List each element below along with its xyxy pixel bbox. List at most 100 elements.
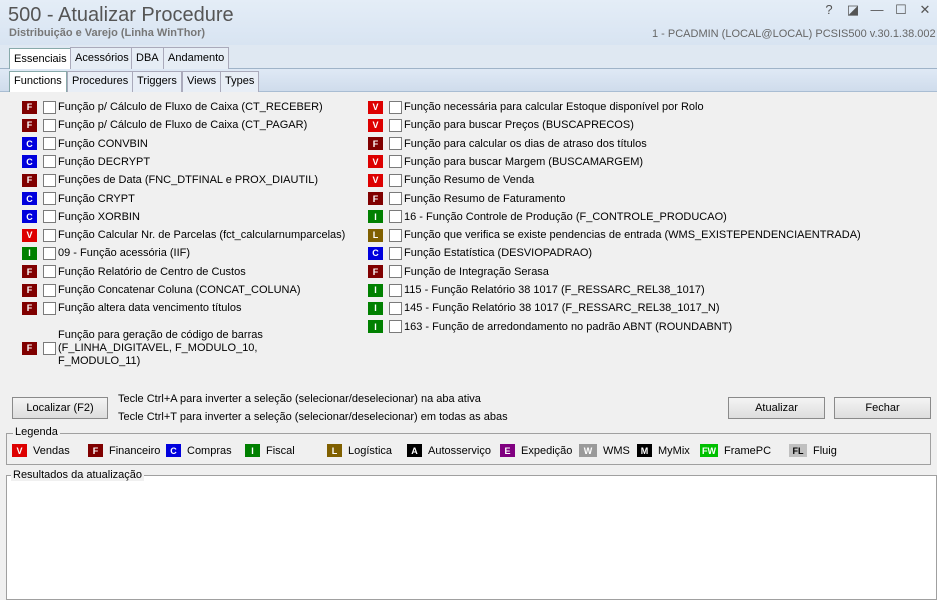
category-badge-v: V	[368, 118, 383, 132]
function-item[interactable]: F Função altera data vencimento títulos	[22, 300, 241, 316]
legend-label: FramePC	[724, 444, 772, 457]
legend-label: Autosserviço	[428, 444, 491, 457]
function-checkbox[interactable]	[43, 283, 56, 297]
function-item[interactable]: V Função para buscar Margem (BUSCAMARGEM)	[368, 154, 643, 170]
legend-label: Vendas	[33, 444, 70, 457]
category-badge-i: I	[368, 210, 383, 224]
function-item[interactable]: F Funções de Data (FNC_DTFINAL e PROX_DIA…	[22, 172, 318, 188]
function-item[interactable]: I 163 - Função de arredondamento no padrã…	[368, 319, 732, 335]
localizar-button[interactable]: Localizar (F2)	[12, 397, 108, 419]
category-badge-f: F	[22, 265, 37, 279]
function-item[interactable]: F Função de Integração Serasa	[368, 264, 549, 280]
function-checkbox[interactable]	[389, 301, 402, 315]
category-badge-m: M	[637, 444, 652, 457]
function-label: Função Concatenar Coluna (CONCAT_COLUNA)	[58, 284, 301, 296]
function-item[interactable]: F Função para calcular os dias de atraso …	[368, 136, 647, 152]
hint-ctrl-t: Tecle Ctrl+T para inverter a seleção (se…	[118, 411, 508, 423]
tab-triggers[interactable]: Triggers	[132, 71, 182, 92]
hint-ctrl-a: Tecle Ctrl+A para inverter a seleção (se…	[118, 393, 481, 405]
function-item[interactable]: I 16 - Função Controle de Produção (F_CON…	[368, 209, 727, 225]
fechar-button[interactable]: Fechar	[834, 397, 931, 419]
tab-types[interactable]: Types	[220, 71, 260, 92]
category-badge-fw: FW	[700, 444, 718, 457]
tab-essenciais[interactable]: Essenciais	[9, 48, 72, 70]
category-badge-f: F	[22, 301, 37, 315]
category-badge-c: C	[22, 155, 37, 169]
maximize-icon[interactable]: ☐	[893, 2, 909, 18]
function-checkbox[interactable]	[43, 301, 56, 315]
function-checkbox[interactable]	[43, 173, 56, 187]
function-checkbox[interactable]	[389, 192, 402, 205]
tab-views[interactable]: Views	[182, 71, 222, 92]
legend-item: L Logística	[327, 444, 392, 457]
legend-label: Financeiro	[109, 444, 161, 457]
tab-acessorios[interactable]: Acessórios	[70, 47, 134, 69]
help-icon[interactable]: ?	[821, 2, 837, 18]
function-item[interactable]: C Função XORBIN	[22, 209, 140, 225]
legend-label: Compras	[187, 444, 232, 457]
function-checkbox[interactable]	[43, 100, 56, 114]
function-item[interactable]: C Função CONVBIN	[22, 136, 148, 152]
function-item[interactable]: C Função CRYPT	[22, 191, 135, 207]
legend-item: FW FramePC	[700, 444, 771, 457]
category-badge-f: F	[22, 283, 37, 297]
function-item[interactable]: I 145 - Função Relatório 38 1017 (F_RESSA…	[368, 300, 720, 316]
function-checkbox[interactable]	[389, 228, 402, 242]
function-item[interactable]: F Função para geração de código de barras…	[22, 329, 298, 368]
function-item[interactable]: V Função necessária para calcular Estoque…	[368, 99, 704, 115]
function-checkbox[interactable]	[43, 192, 56, 205]
tab-andamento[interactable]: Andamento	[163, 47, 230, 69]
function-checkbox[interactable]	[389, 173, 402, 187]
function-item[interactable]: C Função Estatística (DESVIOPADRAO)	[368, 245, 592, 261]
function-checkbox[interactable]	[389, 155, 402, 169]
function-checkbox[interactable]	[43, 155, 56, 169]
function-item[interactable]: F Função p/ Cálculo de Fluxo de Caixa (CT…	[22, 99, 323, 115]
function-label: Função de Integração Serasa	[404, 265, 549, 278]
legend-item: W WMS	[579, 444, 630, 457]
category-badge-c: C	[166, 444, 181, 457]
function-checkbox[interactable]	[389, 246, 402, 260]
function-item[interactable]: F Função Relatório de Centro de Custos	[22, 264, 246, 280]
function-checkbox[interactable]	[389, 283, 402, 297]
function-item[interactable]: V Função Calcular Nr. de Parcelas (fct_ca…	[22, 227, 345, 243]
function-checkbox[interactable]	[43, 210, 56, 224]
category-badge-i: I	[368, 301, 383, 315]
category-badge-v: V	[22, 228, 37, 242]
function-item[interactable]: F Função Resumo de Faturamento	[368, 191, 565, 207]
function-item[interactable]: I 115 - Função Relatório 38 1017 (F_RESSA…	[368, 282, 705, 298]
function-checkbox[interactable]	[43, 246, 56, 260]
function-checkbox[interactable]	[389, 265, 402, 279]
function-checkbox[interactable]	[389, 320, 402, 334]
minimize-icon[interactable]: —	[869, 2, 885, 18]
function-checkbox[interactable]	[43, 341, 56, 355]
function-checkbox[interactable]	[389, 137, 402, 151]
function-checkbox[interactable]	[389, 118, 402, 132]
category-badge-v: V	[368, 155, 383, 169]
tab-dba[interactable]: DBA	[131, 47, 164, 69]
function-checkbox[interactable]	[389, 100, 402, 114]
close-icon[interactable]: ✕	[917, 2, 933, 18]
function-label: Função para buscar Preços (BUSCAPRECOS)	[404, 119, 634, 132]
legend-box: Legenda V Vendas F Financeiro C Compras I Fisca…	[6, 426, 931, 465]
resize-icon[interactable]: ◪	[845, 2, 861, 18]
atualizar-button[interactable]: Atualizar	[728, 397, 825, 419]
function-label: Função Relatório de Centro de Custos	[58, 265, 246, 278]
tab-functions[interactable]: Functions	[9, 71, 67, 92]
category-badge-v: V	[12, 444, 27, 457]
function-item[interactable]: L Função que verifica se existe pendencia…	[368, 227, 861, 243]
function-checkbox[interactable]	[43, 118, 56, 132]
function-item[interactable]: C Função DECRYPT	[22, 154, 150, 170]
function-checkbox[interactable]	[43, 228, 56, 242]
function-item[interactable]: V Função Resumo de Venda	[368, 172, 534, 188]
function-checkbox[interactable]	[43, 265, 56, 279]
function-item[interactable]: V Função para buscar Preços (BUSCAPRECOS)	[368, 117, 634, 133]
function-checkbox[interactable]	[43, 137, 56, 151]
function-item[interactable]: F Função Concatenar Coluna (CONCAT_COLUNA…	[22, 282, 301, 298]
function-checkbox[interactable]	[389, 210, 402, 224]
function-item[interactable]: I 09 - Função acessória (IIF)	[22, 245, 190, 261]
tab-procedures[interactable]: Procedures	[67, 71, 134, 92]
category-badge-f: F	[22, 100, 37, 114]
function-label: 145 - Função Relatório 38 1017 (F_RESSAR…	[404, 302, 720, 315]
function-item[interactable]: F Função p/ Cálculo de Fluxo de Caixa (CT…	[22, 117, 307, 133]
functions-panel: F Função p/ Cálculo de Fluxo de Caixa (CT…	[0, 92, 937, 600]
